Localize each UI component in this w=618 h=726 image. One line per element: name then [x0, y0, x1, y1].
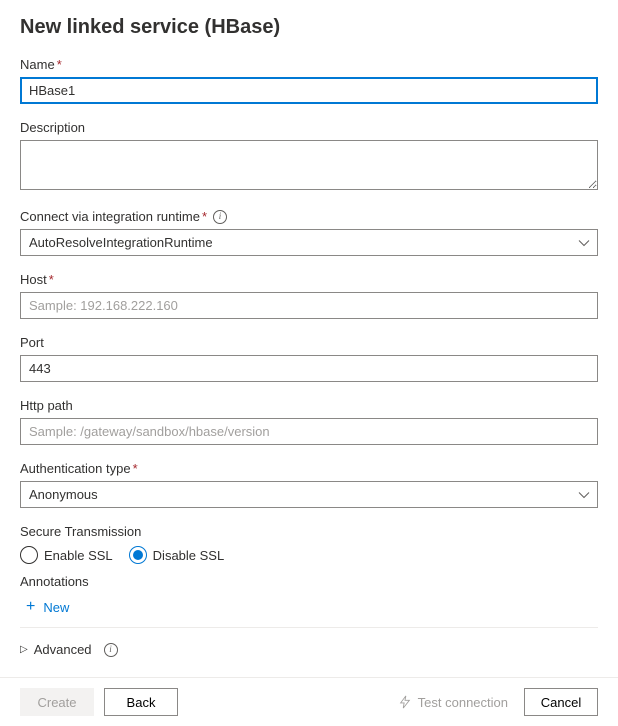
required-asterisk: *	[133, 461, 138, 476]
name-input[interactable]	[20, 77, 598, 104]
radio-enable-ssl-label: Enable SSL	[44, 548, 113, 563]
add-annotation-label: New	[43, 600, 69, 615]
label-secure-transmission: Secure Transmission	[20, 524, 598, 539]
test-connection-link[interactable]: Test connection	[398, 695, 508, 710]
httppath-input[interactable]	[20, 418, 598, 445]
field-httppath: Http path	[20, 398, 598, 445]
advanced-label: Advanced	[34, 642, 92, 657]
required-asterisk: *	[202, 209, 207, 224]
runtime-select-value[interactable]	[20, 229, 598, 256]
authtype-select-value[interactable]	[20, 481, 598, 508]
radio-disable-ssl[interactable]: Disable SSL	[129, 546, 225, 564]
authtype-select[interactable]	[20, 481, 598, 508]
host-input[interactable]	[20, 292, 598, 319]
test-connection-label: Test connection	[418, 695, 508, 710]
page-title: New linked service (HBase)	[20, 16, 598, 39]
caret-right-icon: ▷	[20, 644, 28, 655]
radio-disable-ssl-label: Disable SSL	[153, 548, 225, 563]
divider	[20, 627, 598, 628]
radio-enable-ssl[interactable]: Enable SSL	[20, 546, 113, 564]
radio-circle-icon	[20, 546, 38, 564]
port-input[interactable]	[20, 355, 598, 382]
field-description: Description	[20, 120, 598, 193]
label-host: Host *	[20, 272, 598, 287]
create-button[interactable]: Create	[20, 688, 94, 716]
info-icon[interactable]: i	[104, 643, 118, 657]
back-button[interactable]: Back	[104, 688, 178, 716]
field-port: Port	[20, 335, 598, 382]
label-name: Name *	[20, 57, 598, 72]
label-description: Description	[20, 120, 598, 135]
required-asterisk: *	[49, 272, 54, 287]
field-host: Host *	[20, 272, 598, 319]
form-panel: New linked service (HBase) Name * Descri…	[0, 0, 618, 677]
radio-circle-icon	[129, 546, 147, 564]
label-httppath: Http path	[20, 398, 598, 413]
field-authtype: Authentication type *	[20, 461, 598, 508]
runtime-select[interactable]	[20, 229, 598, 256]
footer-bar: Create Back Test connection Cancel	[0, 677, 618, 726]
advanced-toggle[interactable]: ▷ Advanced i	[20, 640, 598, 659]
secure-transmission-group: Enable SSL Disable SSL	[20, 546, 598, 564]
field-runtime: Connect via integration runtime * i	[20, 209, 598, 256]
label-annotations: Annotations	[20, 574, 598, 589]
label-port: Port	[20, 335, 598, 350]
add-annotation-button[interactable]: + New	[20, 595, 71, 623]
plus-icon: +	[26, 599, 35, 615]
label-authtype: Authentication type *	[20, 461, 598, 476]
field-name: Name *	[20, 57, 598, 104]
info-icon[interactable]: i	[213, 210, 227, 224]
description-textarea[interactable]	[20, 140, 598, 190]
required-asterisk: *	[57, 57, 62, 72]
label-runtime: Connect via integration runtime * i	[20, 209, 598, 224]
connection-icon	[398, 695, 412, 709]
cancel-button[interactable]: Cancel	[524, 688, 598, 716]
